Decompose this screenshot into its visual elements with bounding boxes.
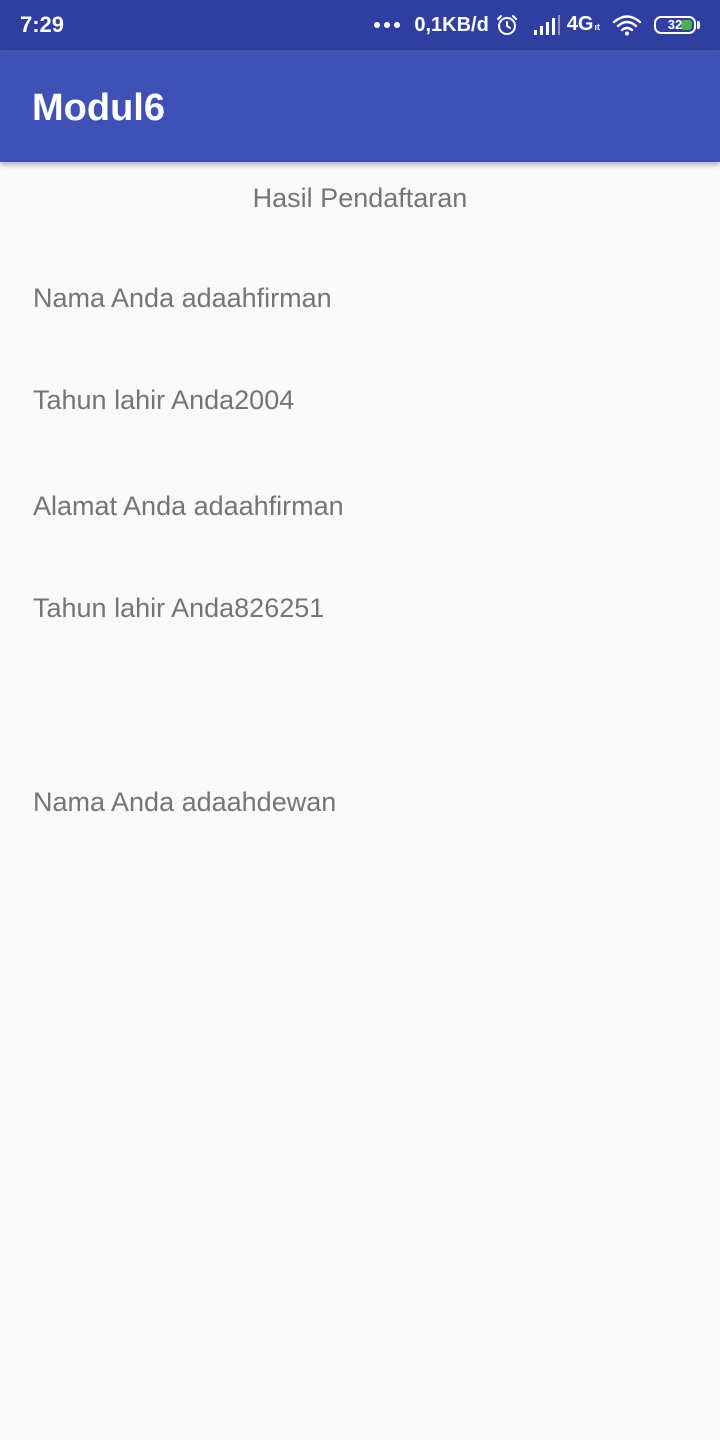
status-bar: 7:29 0,1KB/d 4G ıt 32 [0, 0, 720, 50]
result-line-birth-year: Tahun lahir Anda2004 [33, 385, 295, 415]
wifi-icon [612, 15, 642, 36]
result-line-name-2: Nama Anda adaahdewan [33, 787, 337, 817]
more-dots-icon [374, 22, 401, 28]
battery-icon: 32 [654, 16, 696, 34]
page-heading: Hasil Pendaftaran [252, 183, 468, 213]
result-line-address: Alamat Anda adaahfirman [33, 491, 344, 521]
battery-cap [697, 21, 700, 29]
network-type: 4G ıt [566, 12, 600, 35]
battery-level: 32 [667, 17, 683, 32]
app-title: Modul6 [32, 87, 165, 129]
result-line-birth-year-2: Tahun lahir Anda826251 [33, 593, 325, 623]
signal-icon [533, 15, 560, 35]
status-icons: 0,1KB/d 4G ıt 32 [374, 10, 700, 40]
net-speed: 0,1KB/d [414, 14, 489, 36]
status-time: 7:29 [20, 12, 65, 37]
app-bar: Modul6 [0, 50, 720, 162]
result-line-name: Nama Anda adaahfirman [33, 283, 332, 313]
alarm-icon [496, 15, 517, 35]
